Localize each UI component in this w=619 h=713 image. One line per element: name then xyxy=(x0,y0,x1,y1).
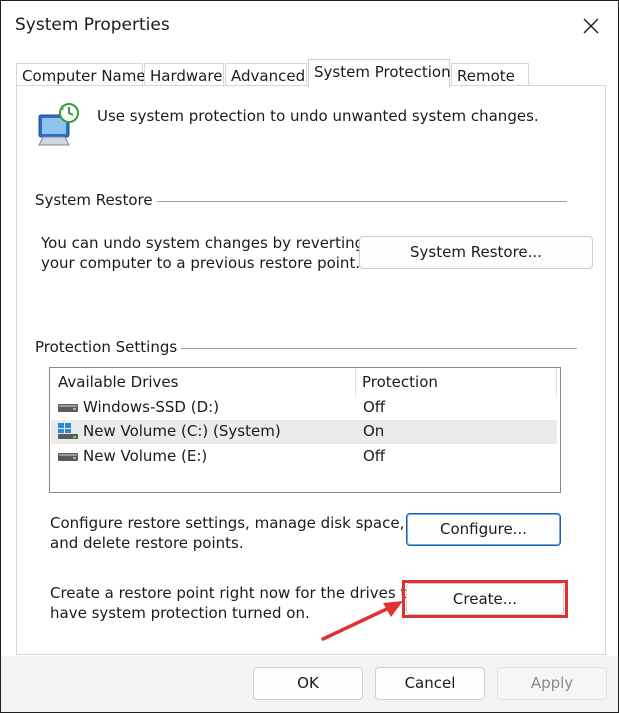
tab-hardware[interactable]: Hardware xyxy=(144,63,224,87)
tab-system-protection[interactable]: System Protection xyxy=(308,59,451,88)
title-bar[interactable]: System Properties xyxy=(1,1,618,51)
drive-row-e[interactable]: New Volume (E:) Off xyxy=(51,445,557,469)
group-label-system-restore: System Restore xyxy=(35,191,157,209)
ok-button[interactable]: OK xyxy=(253,667,363,700)
apply-button[interactable]: Apply xyxy=(497,667,607,700)
system-properties-dialog: System Properties Computer Name Hardware… xyxy=(0,0,619,713)
tab-computer-name[interactable]: Computer Name xyxy=(16,63,146,87)
system-restore-description: You can undo system changes by reverting… xyxy=(41,234,365,272)
annotation-arrow-icon xyxy=(321,601,403,641)
configure-description: Configure restore settings, manage disk … xyxy=(50,514,405,552)
tab-advanced[interactable]: Advanced xyxy=(225,63,307,87)
drive-icon xyxy=(58,453,78,461)
group-label-protection-settings: Protection Settings xyxy=(35,338,182,356)
close-button[interactable] xyxy=(567,7,615,45)
column-header-protection[interactable]: Protection xyxy=(362,373,438,391)
column-separator[interactable] xyxy=(355,368,356,396)
header-description: Use system protection to undo unwanted s… xyxy=(97,107,539,125)
drive-row-d[interactable]: Windows-SSD (D:) Off xyxy=(51,396,557,420)
drives-list[interactable]: Available Drives Protection Windows-SSD … xyxy=(49,367,561,493)
configure-button[interactable]: Configure... xyxy=(406,513,561,546)
column-separator-end xyxy=(556,368,557,396)
system-protection-icon xyxy=(38,103,79,146)
highlight-annotation xyxy=(402,580,568,618)
system-drive-icon xyxy=(58,423,78,439)
tab-remote[interactable]: Remote xyxy=(451,63,529,87)
system-restore-button[interactable]: System Restore... xyxy=(359,236,593,269)
column-header-available-drives[interactable]: Available Drives xyxy=(58,373,178,391)
window-title: System Properties xyxy=(15,15,170,35)
close-icon xyxy=(583,18,599,34)
drive-icon xyxy=(58,404,78,412)
drives-list-header: Available Drives Protection xyxy=(50,368,560,396)
drive-row-c[interactable]: New Volume (C:) (System) On xyxy=(51,420,557,444)
cancel-button[interactable]: Cancel xyxy=(375,667,485,700)
